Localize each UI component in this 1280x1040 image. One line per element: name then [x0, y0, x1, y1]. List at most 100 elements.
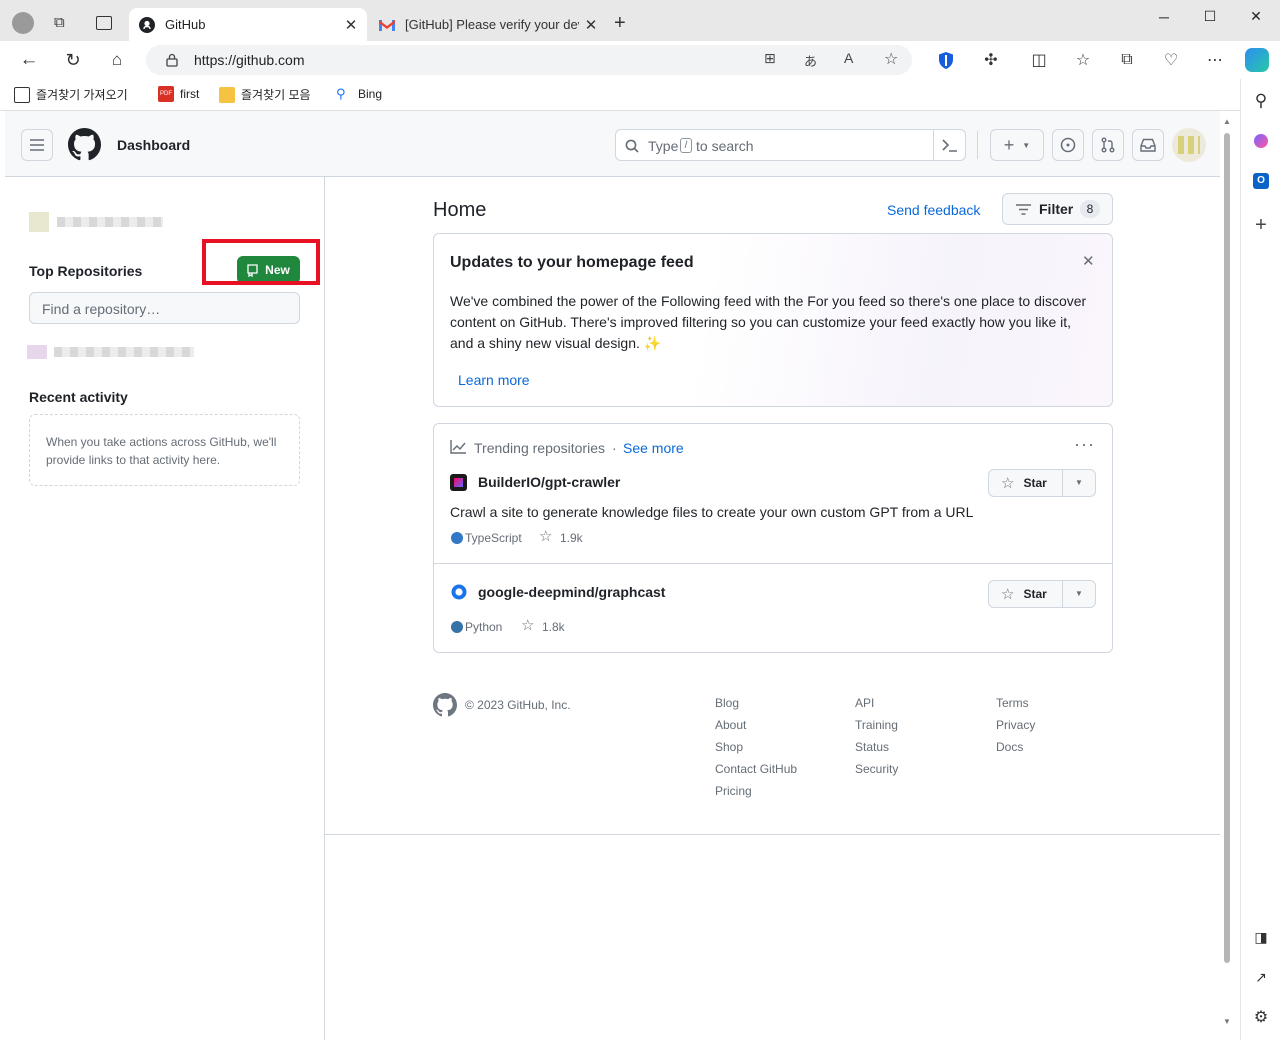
kebab-menu-icon[interactable]: ···: [1074, 434, 1095, 455]
create-new-button[interactable]: + ▼: [990, 129, 1044, 161]
maximize-icon[interactable]: ☐: [1187, 0, 1233, 33]
bitwarden-shield-icon[interactable]: [938, 52, 954, 69]
read-aloud-icon[interactable]: A: [844, 50, 853, 66]
copilot-icon[interactable]: [1245, 48, 1269, 72]
repo-avatar[interactable]: [27, 345, 47, 359]
filter-icon: [1016, 204, 1031, 215]
favorites-icon[interactable]: ☆: [1072, 49, 1094, 71]
repo-owner-avatar[interactable]: [450, 474, 467, 491]
page-context-title[interactable]: Dashboard: [117, 137, 190, 153]
footer-link-terms[interactable]: Terms: [996, 696, 1029, 710]
tab-actions-icon[interactable]: [96, 16, 112, 30]
collections-icon[interactable]: ⧉: [1116, 49, 1138, 71]
star-label: Star: [1023, 587, 1047, 601]
scrollbar-thumb[interactable]: [1224, 133, 1230, 963]
account-avatar[interactable]: [29, 212, 49, 232]
external-link-icon[interactable]: ↗: [1249, 965, 1273, 989]
footer-link-contact[interactable]: Contact GitHub: [715, 762, 797, 776]
top-repository-item[interactable]: [54, 347, 194, 357]
more-menu-icon[interactable]: ⋯: [1204, 49, 1226, 71]
close-updates-icon[interactable]: ✕: [1082, 252, 1095, 270]
favorite-folder[interactable]: 즐겨찾기 모음: [219, 86, 311, 103]
footer-link-status[interactable]: Status: [855, 740, 889, 754]
send-feedback-link[interactable]: Send feedback: [887, 202, 980, 218]
search-placeholder-suffix: to search: [696, 138, 754, 154]
issues-button[interactable]: [1052, 129, 1084, 161]
footer-link-docs[interactable]: Docs: [996, 740, 1023, 754]
close-window-icon[interactable]: ✕: [1233, 0, 1279, 33]
repo-name-link[interactable]: BuilderIO/gpt-crawler: [478, 474, 620, 490]
footer-link-pricing[interactable]: Pricing: [715, 784, 752, 798]
inbox-button[interactable]: [1132, 129, 1164, 161]
workspaces-icon[interactable]: ⧉: [54, 14, 65, 31]
footer-link-shop[interactable]: Shop: [715, 740, 743, 754]
new-tab-icon[interactable]: +: [614, 12, 626, 35]
app-available-icon[interactable]: ⊞: [764, 50, 776, 67]
hide-sidebar-icon[interactable]: ◨: [1249, 925, 1273, 949]
learn-more-link[interactable]: Learn more: [458, 372, 530, 388]
profile-icon[interactable]: [12, 12, 34, 34]
home-icon[interactable]: ⌂: [106, 49, 128, 71]
refresh-icon[interactable]: ↻: [62, 49, 84, 71]
address-bar[interactable]: https://github.com ⊞ あ A ☆: [146, 45, 912, 75]
star-count-icon: ☆: [539, 528, 553, 545]
tab-title: [GitHub] Please verify your device: [405, 17, 579, 32]
repo-owner-avatar[interactable]: [451, 584, 467, 600]
minimize-icon[interactable]: ─: [1141, 0, 1187, 33]
repo-star-count[interactable]: 1.8k: [542, 620, 565, 634]
performance-icon[interactable]: ♡: [1160, 49, 1182, 71]
scroll-up-icon[interactable]: ▲: [1223, 117, 1231, 126]
favorite-import[interactable]: 즐겨찾기 가져오기: [14, 86, 128, 103]
dashboard-main: Home Send feedback Filter 8 Updates to y…: [325, 177, 1220, 1040]
scroll-down-icon[interactable]: ▼: [1223, 1017, 1231, 1026]
github-logo-icon[interactable]: [68, 128, 101, 161]
footer-link-privacy[interactable]: Privacy: [996, 718, 1035, 732]
tab-gmail[interactable]: [GitHub] Please verify your device ✕: [369, 8, 607, 41]
favorite-bing[interactable]: ⚲ Bing: [336, 86, 382, 102]
footer-link-about[interactable]: About: [715, 718, 746, 732]
see-more-link[interactable]: See more: [623, 440, 684, 456]
favorite-star-icon[interactable]: ☆: [884, 49, 898, 69]
issue-circle-icon: [1060, 137, 1076, 153]
updates-body: We've combined the power of the Followin…: [450, 293, 1087, 351]
star-dropdown-chevron-icon[interactable]: ▼: [1075, 589, 1083, 598]
filter-button[interactable]: Filter 8: [1002, 193, 1113, 225]
command-palette-icon[interactable]: [942, 139, 958, 152]
outlook-icon[interactable]: O: [1249, 169, 1273, 193]
footer-link-blog[interactable]: Blog: [715, 696, 739, 710]
footer-link-security[interactable]: Security: [855, 762, 898, 776]
favorite-label: Bing: [358, 87, 383, 101]
close-tab-icon[interactable]: ✕: [579, 16, 603, 34]
translate-icon[interactable]: あ: [804, 51, 817, 70]
hamburger-menu-button[interactable]: [21, 129, 53, 161]
lock-icon[interactable]: [166, 53, 178, 67]
account-switcher[interactable]: [57, 217, 163, 227]
github-footer-logo-icon[interactable]: [433, 693, 457, 717]
footer-link-api[interactable]: API: [855, 696, 874, 710]
search-placeholder-prefix: Type: [648, 138, 679, 154]
trending-card: Trending repositories · See more ··· Bui…: [433, 423, 1113, 653]
star-button[interactable]: ☆ Star ▼: [988, 580, 1096, 608]
pull-requests-button[interactable]: [1092, 129, 1124, 161]
search-icon[interactable]: ⚲: [1249, 89, 1273, 113]
favorite-first[interactable]: PDF first: [158, 86, 199, 102]
repo-star-count[interactable]: 1.9k: [560, 531, 583, 545]
settings-gear-icon[interactable]: ⚙: [1249, 1005, 1273, 1029]
split-screen-icon[interactable]: ◫: [1028, 49, 1050, 71]
add-sidebar-app-icon[interactable]: +: [1249, 213, 1273, 237]
back-icon[interactable]: ←: [18, 49, 40, 71]
find-repository-input[interactable]: Find a repository…: [29, 292, 300, 324]
star-button[interactable]: ☆ Star ▼: [988, 469, 1096, 497]
close-tab-icon[interactable]: ✕: [339, 16, 363, 34]
repo-name-link[interactable]: google-deepmind/graphcast: [478, 584, 665, 600]
tab-github[interactable]: GitHub ✕: [129, 8, 367, 41]
user-avatar[interactable]: [1172, 128, 1206, 162]
repo-description: Crawl a site to generate knowledge files…: [450, 504, 974, 520]
footer-link-training[interactable]: Training: [855, 718, 898, 732]
page-scrollbar[interactable]: ▲ ▼: [1220, 111, 1240, 1040]
star-dropdown-chevron-icon[interactable]: ▼: [1075, 478, 1083, 487]
copilot-sidebar-icon[interactable]: [1249, 129, 1273, 153]
pull-request-icon: [1101, 137, 1115, 153]
search-input[interactable]: Type / to search: [615, 129, 966, 161]
extensions-icon[interactable]: ✣: [980, 49, 1002, 71]
